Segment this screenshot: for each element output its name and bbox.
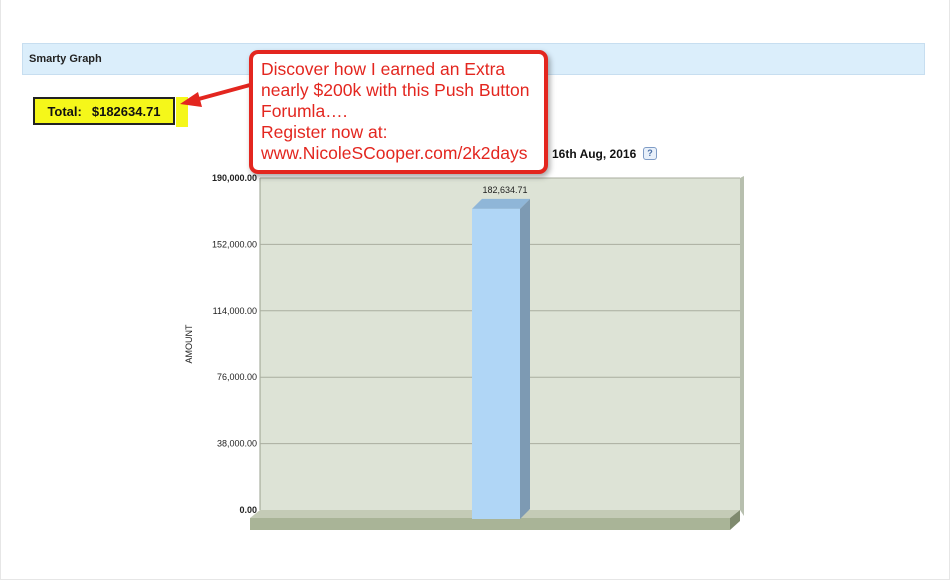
plot-side-wall	[740, 176, 744, 516]
pointer-arrow-shaft	[193, 83, 252, 102]
help-icon[interactable]: ?	[643, 147, 657, 160]
promo-line-1: Discover how I earned an Extra	[261, 59, 506, 79]
promo-line-4: Register now at:	[261, 122, 388, 142]
promo-line-3: Forumla….	[261, 101, 348, 121]
y-tick-label: 38,000.00	[217, 439, 257, 449]
y-tick-label: 114,000.00	[213, 306, 257, 316]
page: Smarty Graph Total: $182634.71 0.00 38,00…	[0, 0, 952, 583]
y-tick-label: 190,000.00	[212, 173, 257, 183]
promo-callout: Discover how I earned an Extra nearly $2…	[249, 50, 548, 174]
bar-side	[520, 198, 530, 519]
promo-line-2: nearly $200k with this Push Button	[261, 80, 530, 100]
y-tick-label: 0.00	[239, 505, 257, 515]
y-tick-label: 76,000.00	[217, 372, 257, 382]
y-axis-label: AMOUNT	[184, 324, 194, 363]
chart-title: 16th Aug, 2016	[552, 147, 637, 161]
promo-line-5: www.NicoleSCooper.com/2k2days	[261, 143, 528, 163]
bar	[472, 208, 520, 519]
bar-top	[472, 198, 530, 209]
floor-front	[250, 518, 730, 530]
pointer-arrow-icon	[180, 92, 202, 107]
bar-data-label: 182,634.71	[482, 185, 527, 195]
y-tick-label: 152,000.00	[212, 239, 257, 249]
